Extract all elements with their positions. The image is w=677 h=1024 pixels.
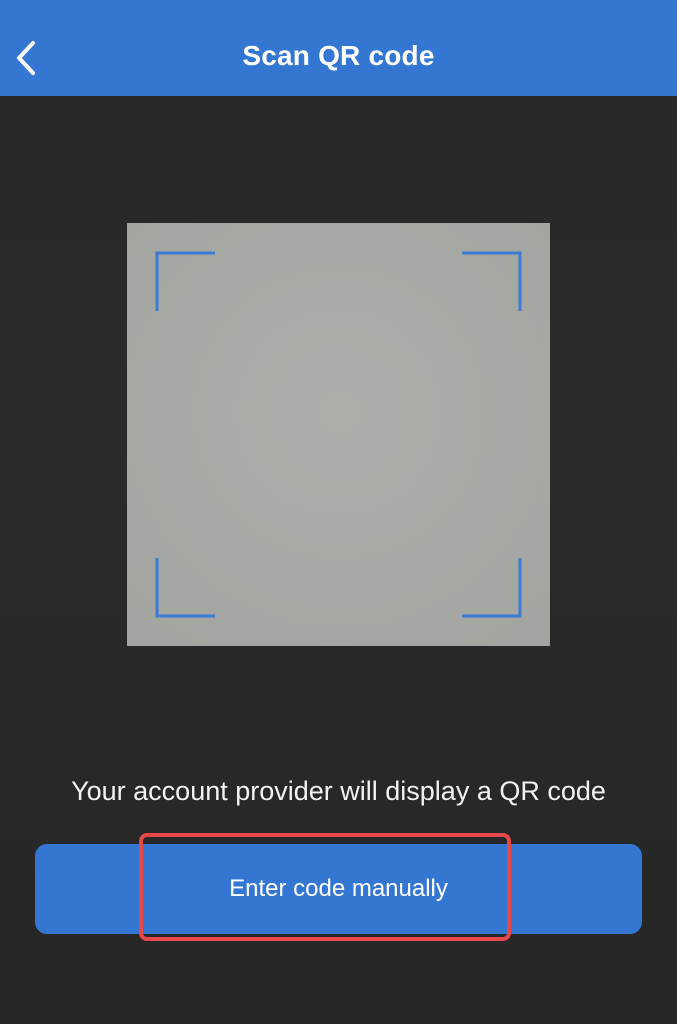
page-title: Scan QR code [242,40,435,71]
enter-code-manually-button[interactable]: Enter code manually [35,844,642,934]
scan-corner-top-right-icon [460,251,522,313]
scan-corner-bottom-right-icon [460,556,522,618]
header-bar: Scan QR code [0,0,677,96]
scan-corner-top-left-icon [155,251,217,313]
camera-viewfinder [127,223,550,646]
enter-code-manually-label: Enter code manually [229,875,448,902]
scan-hint-text: Your account provider will display a QR … [71,776,606,806]
scan-corner-bottom-left-icon [155,556,217,618]
scan-qr-screen: Scan QR code Your account provider will … [0,0,677,1024]
